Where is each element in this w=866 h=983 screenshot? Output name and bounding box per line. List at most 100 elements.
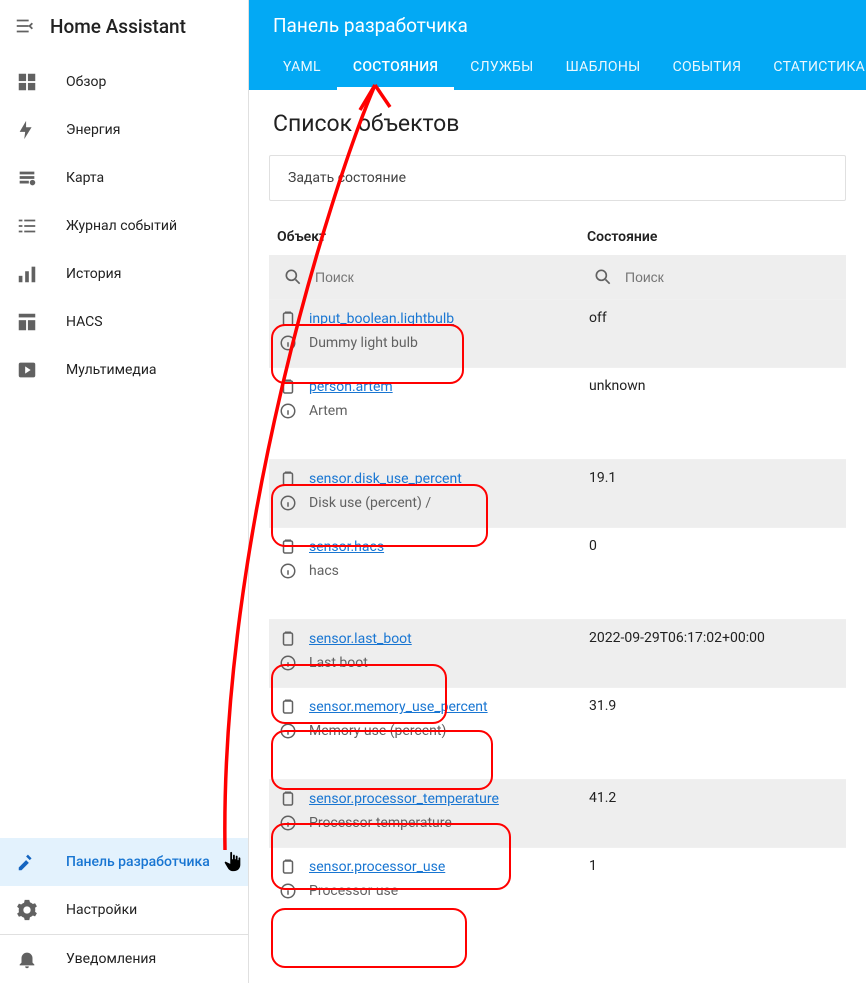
entity-friendly-name: Dummy light bulb (309, 335, 418, 351)
clipboard-icon[interactable] (279, 698, 297, 716)
row-gap (269, 595, 846, 619)
col-state: Состояние (579, 219, 846, 255)
tab-states[interactable]: СОСТОЯНИЯ (337, 49, 454, 90)
object-cell: sensor.last_boot Last boot (269, 620, 579, 687)
clipboard-icon[interactable] (279, 310, 297, 328)
search-row (269, 255, 846, 299)
table-row: sensor.memory_use_percent Memory use (pe… (269, 687, 846, 755)
object-cell: sensor.memory_use_percent Memory use (pe… (269, 688, 579, 755)
nav-history[interactable]: История (0, 250, 248, 298)
state-cell: 31.9 (579, 688, 846, 755)
logbook-icon (16, 215, 38, 237)
entity-link[interactable]: sensor.disk_use_percent (309, 471, 462, 487)
nav-map[interactable]: Карта (0, 154, 248, 202)
object-cell: sensor.hacs hacs (269, 528, 579, 595)
table-row: sensor.processor_use Processor use 1 (269, 847, 846, 915)
app-title: Home Assistant (50, 15, 186, 38)
tab-templates[interactable]: ШАБЛОНЫ (550, 49, 657, 90)
info-icon[interactable] (279, 494, 297, 512)
table-row: sensor.hacs hacs 0 (269, 527, 846, 595)
info-icon[interactable] (279, 654, 297, 672)
nav-settings[interactable]: Настройки (0, 886, 248, 934)
search-object-cell (269, 255, 579, 299)
table-row: sensor.last_boot Last boot 2022-09-29T06… (269, 619, 846, 687)
entity-friendly-name: hacs (309, 563, 339, 579)
bolt-icon (16, 119, 38, 141)
search-state-input[interactable] (625, 269, 825, 285)
entity-link[interactable]: sensor.processor_temperature (309, 791, 499, 807)
tabs: YAML СОСТОЯНИЯ СЛУЖБЫ ШАБЛОНЫ СОБЫТИЯ СТ… (249, 49, 866, 90)
row-gap (269, 755, 846, 779)
entity-link[interactable]: input_boolean.lightbulb (309, 311, 454, 327)
sidebar-nav: Обзор Энергия Карта Журнал событий (0, 52, 248, 838)
nav-energy[interactable]: Энергия (0, 106, 248, 154)
object-cell: sensor.disk_use_percent Disk use (percen… (269, 460, 579, 527)
tab-events[interactable]: СОБЫТИЯ (657, 49, 758, 90)
section-title: Список объектов (269, 110, 846, 137)
nav-label: Журнал событий (66, 218, 177, 234)
object-cell: sensor.processor_use Processor use (269, 848, 579, 915)
table-row: sensor.processor_temperature Processor t… (269, 779, 846, 847)
table-row: input_boolean.lightbulb Dummy light bulb… (269, 299, 846, 367)
search-state-cell (579, 255, 846, 299)
object-cell: sensor.processor_temperature Processor t… (269, 780, 579, 847)
clipboard-icon[interactable] (279, 470, 297, 488)
tab-services[interactable]: СЛУЖБЫ (454, 49, 549, 90)
bell-icon (16, 948, 38, 970)
state-cell: unknown (579, 368, 846, 435)
info-icon[interactable] (279, 402, 297, 420)
menu-collapse-icon[interactable] (14, 15, 36, 37)
info-icon[interactable] (279, 722, 297, 740)
entity-link[interactable]: sensor.processor_use (309, 859, 445, 875)
entity-friendly-name: Processor temperature (309, 815, 452, 831)
nav-media[interactable]: Мультимедиа (0, 346, 248, 394)
entity-link[interactable]: person.artem (309, 379, 393, 395)
nav-overview[interactable]: Обзор (0, 58, 248, 106)
clipboard-icon[interactable] (279, 630, 297, 648)
nav-label: HACS (66, 314, 103, 330)
entity-table: Объект Состояние (269, 219, 846, 915)
entity-link[interactable]: sensor.memory_use_percent (309, 699, 488, 715)
nav-notifications[interactable]: Уведомления (0, 935, 248, 983)
object-cell: input_boolean.lightbulb Dummy light bulb (269, 300, 579, 367)
search-object-input[interactable] (315, 269, 515, 285)
nav-hacs[interactable]: HACS (0, 298, 248, 346)
entity-link[interactable]: sensor.last_boot (309, 631, 412, 647)
page-title: Панель разработчика (249, 0, 866, 49)
tab-statistics[interactable]: СТАТИСТИКА (757, 49, 866, 90)
entity-friendly-name: Last boot (309, 655, 368, 671)
info-icon[interactable] (279, 814, 297, 832)
gear-icon (16, 899, 38, 921)
nav-label: Энергия (66, 122, 120, 138)
nav-logbook[interactable]: Журнал событий (0, 202, 248, 250)
clipboard-icon[interactable] (279, 858, 297, 876)
clipboard-icon[interactable] (279, 538, 297, 556)
nav-label: Панель разработчика (66, 854, 210, 870)
sidebar-header: Home Assistant (0, 0, 248, 52)
sidebar-bottom: Уведомления (0, 934, 248, 983)
history-icon (16, 263, 38, 285)
dashboard-icon (16, 71, 38, 93)
info-icon[interactable] (279, 334, 297, 352)
tab-yaml[interactable]: YAML (267, 49, 337, 90)
entity-friendly-name: Artem (309, 403, 348, 419)
table-row: person.artem Artem unknown (269, 367, 846, 435)
entity-link[interactable]: sensor.hacs (309, 539, 384, 555)
object-cell: person.artem Artem (269, 368, 579, 435)
nav-label: Карта (66, 170, 104, 186)
nav-label: Настройки (66, 902, 137, 918)
nav-label: Обзор (66, 74, 106, 90)
search-icon (593, 267, 613, 287)
media-icon (16, 359, 38, 381)
main-header: Панель разработчика YAML СОСТОЯНИЯ СЛУЖБ… (249, 0, 866, 90)
nav-label: Уведомления (66, 951, 156, 967)
state-cell: 2022-09-29T06:17:02+00:00 (579, 620, 846, 687)
set-state-label: Задать состояние (288, 170, 406, 186)
clipboard-icon[interactable] (279, 790, 297, 808)
state-cell: off (579, 300, 846, 367)
nav-dev-tools[interactable]: Панель разработчика (0, 838, 248, 886)
info-icon[interactable] (279, 882, 297, 900)
clipboard-icon[interactable] (279, 378, 297, 396)
set-state-panel[interactable]: Задать состояние (269, 155, 846, 201)
info-icon[interactable] (279, 562, 297, 580)
